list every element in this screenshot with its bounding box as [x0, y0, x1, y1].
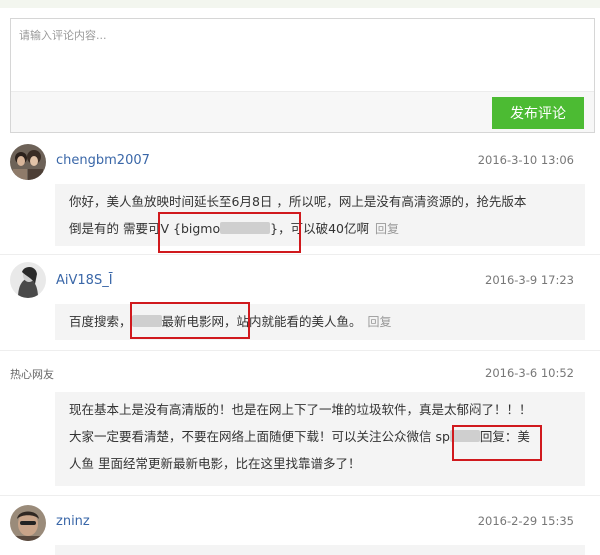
comment-text-line: 倒是有的 需要可V {bigmo}，可以破40亿啊 回复 — [69, 215, 571, 243]
composer-footer: 发布评论 — [11, 91, 594, 132]
comment-body: 你好，美人鱼放映时间延长至6月8日 ，所以呢，网上是没有高清资源的，抢先版本 倒… — [55, 184, 585, 246]
comment-date: 2016-3-9 17:23 — [485, 273, 574, 287]
user-avatar[interactable] — [10, 262, 46, 298]
comment-text: 人鱼 里面经常更新最新电影，比在这里找靠谱多了！ — [69, 456, 361, 471]
comment-body — [55, 545, 585, 555]
highlight-box — [452, 425, 542, 461]
highlight-box — [130, 302, 250, 339]
comment-username[interactable]: chengbm2007 — [56, 153, 150, 168]
avatar-photo-icon — [10, 505, 46, 541]
comment-text-line: 现在基本上是没有高清版的！也是在网上下了一堆的垃圾软件，真是太郁闷了！！！ — [69, 402, 532, 417]
avatar-photo-icon — [10, 144, 46, 180]
comment-username[interactable]: AiV18S_Ī — [56, 273, 113, 288]
comment-text: 大家一定要看清楚，不要在网络上面随便下载！可以关注公众微信 sp — [69, 429, 450, 444]
divider — [0, 254, 600, 255]
comment-date: 2016-3-10 13:06 — [477, 153, 574, 167]
divider — [0, 495, 600, 496]
reply-link[interactable]: 回复 — [368, 315, 392, 329]
avatar-photo-icon — [10, 262, 46, 298]
comment-composer: 发布评论 — [10, 18, 595, 133]
divider — [0, 350, 600, 351]
top-strip — [0, 0, 600, 8]
comment-username[interactable]: zninz — [56, 514, 90, 529]
comment-text-line: 你好，美人鱼放映时间延长至6月8日 ，所以呢，网上是没有高清资源的，抢先版本 — [69, 194, 527, 209]
submit-comment-button[interactable]: 发布评论 — [492, 97, 584, 129]
highlight-box — [158, 212, 301, 253]
user-avatar[interactable] — [10, 505, 46, 541]
comment-text: 百度搜索， — [69, 314, 132, 329]
reply-link[interactable]: 回复 — [375, 222, 399, 236]
comment-date: 2016-3-6 10:52 — [485, 366, 574, 380]
comment-date: 2016-2-29 15:35 — [477, 514, 574, 528]
comment-input[interactable] — [11, 19, 594, 91]
user-avatar[interactable] — [10, 144, 46, 180]
comment-username: 热心网友 — [10, 368, 54, 381]
